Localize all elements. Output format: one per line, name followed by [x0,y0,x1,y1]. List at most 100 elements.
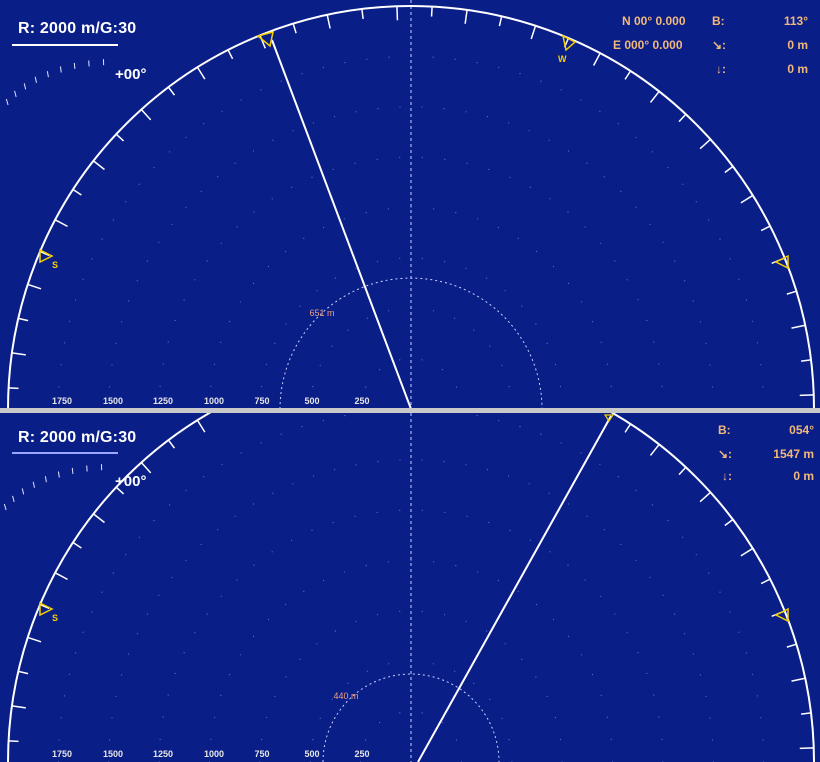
range-dot [529,186,532,188]
range-dot [486,630,488,632]
bearing-tick [699,138,711,150]
bearing-tick [11,352,26,356]
bearing-tick [530,25,537,40]
range-dot [751,320,754,322]
south-marker-label: S [52,613,59,623]
range-dot [292,483,294,485]
range-dot [125,201,127,203]
range-dot [159,738,161,740]
range-dot [705,695,707,697]
range-dot [316,290,318,292]
range-dot [185,206,187,208]
range-dot [521,658,523,660]
range-dot [600,341,602,343]
range-dot [600,694,602,696]
range-dot [153,167,155,169]
scale-tick-1250: 1250 [152,749,174,759]
range-dot [399,359,401,361]
bearing-tick [27,283,42,290]
range-dot [444,614,446,616]
range-dot [567,150,570,152]
range-dot [183,652,185,654]
range-dot [217,176,219,178]
bearing-tick [760,578,771,585]
range-dot [501,717,503,719]
range-dot [194,632,196,634]
range-dot [682,536,684,538]
range-dot [354,162,356,164]
range-dot [377,461,379,463]
scale-tick-250: 250 [354,749,370,759]
range-dot [444,261,446,263]
range-dot [465,111,467,113]
range-dot [252,635,255,637]
bearing-tick [592,52,601,66]
scale-tick-1750: 1750 [51,749,73,759]
range-dot [376,158,378,160]
scale-tick-1000: 1000 [203,749,225,759]
range-dot [387,561,389,563]
range-dot [455,386,457,388]
sonar-plot-bottom[interactable] [0,413,820,762]
bearing-tick [18,317,29,322]
range-dot [466,515,468,517]
bearing-tick [27,636,42,643]
range-dot [528,130,530,132]
bearing-tick [430,6,433,17]
range-dot [658,363,660,365]
scale-tick-750: 750 [254,749,270,759]
range-dot [646,672,648,675]
range-dot [477,218,479,220]
range-dot [635,136,637,138]
range-dot [600,242,602,244]
bearing-value: 054° [789,423,814,437]
range-dot [365,565,367,567]
range-dot [552,265,555,268]
range-dot [501,364,503,366]
range-dot [183,299,185,301]
range-dot [220,242,222,244]
range-dot [260,442,262,444]
range-dot [584,226,586,228]
range-dot [376,261,378,263]
sonar-plot-top[interactable] [0,0,820,409]
range-dot [567,282,570,284]
sonar-display: R: 2000 m/G:30 +00° N 00° 0.000 E 000° 0… [0,0,820,762]
range-underline [12,44,118,46]
range-dot [240,99,242,101]
range-dot [125,554,127,556]
range-dot [274,342,276,344]
range-dot [82,631,84,633]
range-dot [64,342,66,344]
range-dot [252,282,255,284]
range-dot [303,237,305,239]
range-dot [455,739,457,741]
range-dot [620,190,622,192]
range-dot [355,111,357,113]
range-dot [432,310,434,312]
range-dot [75,652,77,654]
range-dot [548,492,550,494]
range-dot [444,511,446,513]
sonar-view-top[interactable]: R: 2000 m/G:30 +00° N 00° 0.000 E 000° 0… [0,0,820,409]
tilt-tick [34,76,37,83]
range-dot [606,363,609,365]
range-dot [497,579,499,582]
range-dot [344,62,346,64]
range-dot [455,212,457,214]
range-dot [620,543,622,545]
range-dot [366,58,368,60]
range-dot [303,590,305,592]
range-dot [508,475,510,477]
scale-tick-1500: 1500 [102,749,124,759]
range-dot [236,226,238,228]
range-dot [667,520,669,522]
range-dot [559,385,562,388]
range-dot [280,433,282,435]
range-dot [111,364,113,366]
range-dot [444,158,446,160]
tilt-label: +00° [115,66,147,83]
range-dot [220,341,222,343]
tilt-tick [59,66,62,73]
sonar-view-bottom[interactable]: R: 2000 m/G:30 +00° B: 054° ↘: 1547 m ↓:… [0,413,820,762]
